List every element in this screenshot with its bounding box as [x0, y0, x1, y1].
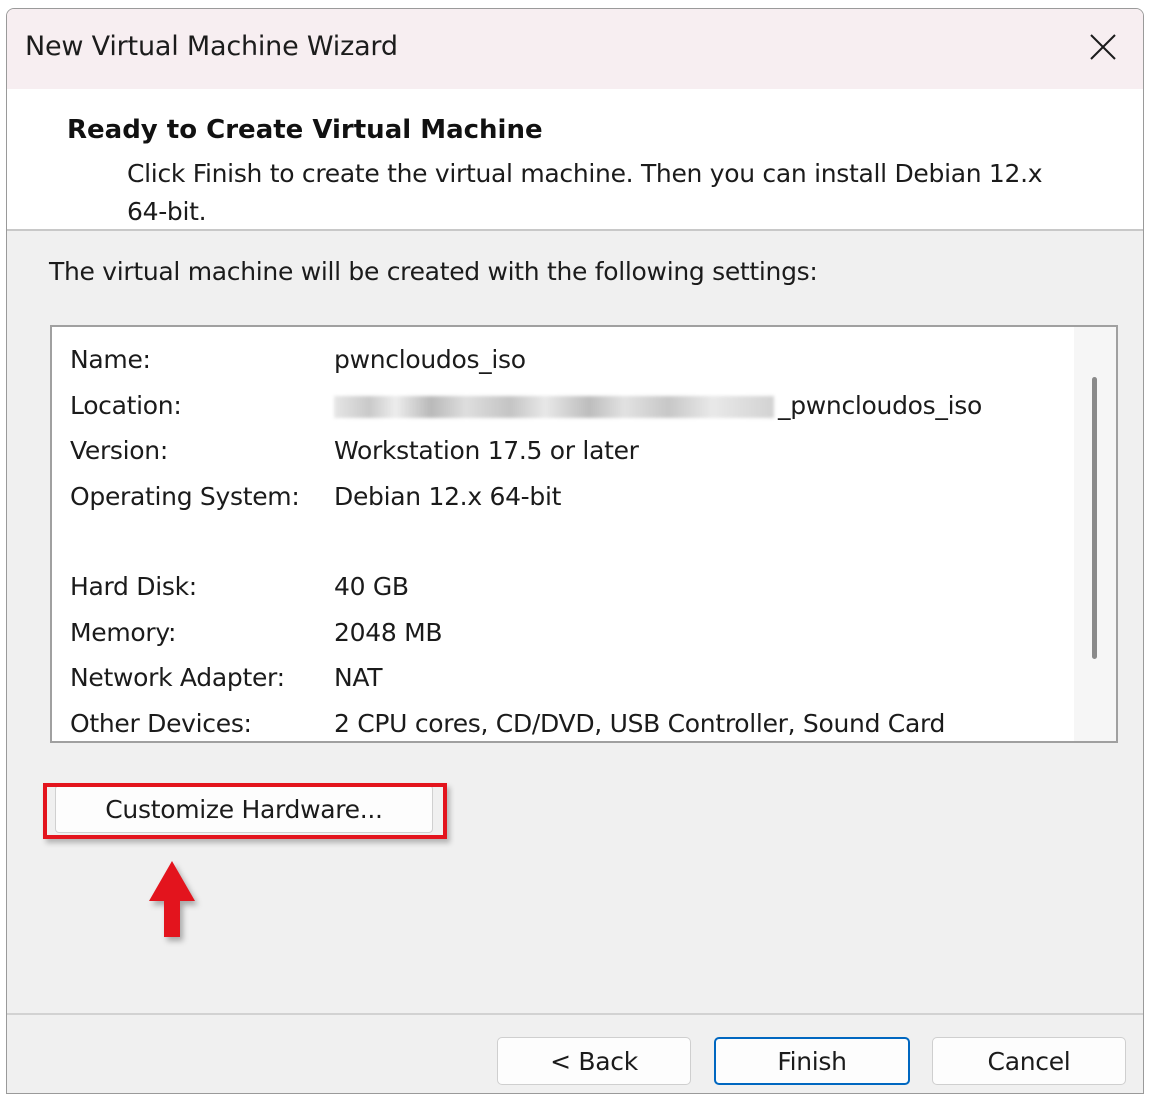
settings-row-memory: Memory: 2048 MB — [70, 610, 1060, 656]
settings-row-other-devices: Other Devices: 2 CPU cores, CD/DVD, USB … — [70, 701, 1060, 742]
wizard-dialog: New Virtual Machine Wizard Ready to Crea… — [6, 8, 1144, 1094]
settings-summary-box: Name: pwncloudos_iso Location: _pwncloud… — [50, 325, 1118, 743]
settings-row-hard-disk: Hard Disk: 40 GB — [70, 564, 1060, 610]
os-label: Operating System: — [70, 481, 300, 511]
name-value: pwncloudos_iso — [334, 345, 526, 375]
version-value: Workstation 17.5 or later — [334, 436, 639, 466]
cancel-button[interactable]: Cancel — [932, 1037, 1126, 1085]
settings-row-network: Network Adapter: NAT — [70, 655, 1060, 701]
memory-value: 2048 MB — [334, 617, 443, 647]
title-bar[interactable]: New Virtual Machine Wizard — [7, 9, 1143, 89]
arrow-up-icon — [149, 861, 195, 937]
settings-row-location: Location: _pwncloudos_iso — [70, 383, 1060, 429]
settings-row-name: Name: pwncloudos_iso — [70, 337, 1060, 383]
other-devices-label: Other Devices: — [70, 708, 252, 738]
version-label: Version: — [70, 436, 168, 466]
location-label: Location: — [70, 390, 182, 420]
settings-row-os: Operating System: Debian 12.x 64-bit — [70, 474, 1060, 520]
hard-disk-value: 40 GB — [334, 572, 409, 602]
os-value: Debian 12.x 64-bit — [334, 481, 562, 511]
page-title: Ready to Create Virtual Machine — [67, 115, 543, 145]
location-suffix: _pwncloudos_iso — [778, 390, 982, 420]
close-icon — [1090, 34, 1116, 60]
other-devices-value: 2 CPU cores, CD/DVD, USB Controller, Sou… — [334, 708, 946, 738]
settings-row-version: Version: Workstation 17.5 or later — [70, 428, 1060, 474]
network-label: Network Adapter: — [70, 663, 285, 693]
location-value: _pwncloudos_iso — [334, 391, 982, 420]
settings-list: Name: pwncloudos_iso Location: _pwncloud… — [70, 337, 1060, 742]
redacted-path — [334, 395, 774, 418]
wizard-header: Ready to Create Virtual Machine Click Fi… — [7, 89, 1143, 231]
close-button[interactable] — [1079, 23, 1127, 71]
settings-intro: The virtual machine will be created with… — [49, 257, 818, 286]
settings-scrollbar[interactable] — [1074, 327, 1116, 741]
network-value: NAT — [334, 663, 383, 693]
window-title: New Virtual Machine Wizard — [25, 31, 398, 62]
customize-hardware-button[interactable]: Customize Hardware... — [55, 785, 433, 833]
hard-disk-label: Hard Disk: — [70, 572, 197, 602]
back-button[interactable]: < Back — [497, 1037, 691, 1085]
scrollbar-thumb[interactable] — [1092, 377, 1097, 659]
footer-divider — [7, 1013, 1143, 1015]
finish-button[interactable]: Finish — [714, 1037, 910, 1085]
name-label: Name: — [70, 345, 151, 375]
memory-label: Memory: — [70, 617, 177, 647]
page-description: Click Finish to create the virtual machi… — [127, 159, 1043, 226]
row-spacer — [70, 519, 1060, 564]
